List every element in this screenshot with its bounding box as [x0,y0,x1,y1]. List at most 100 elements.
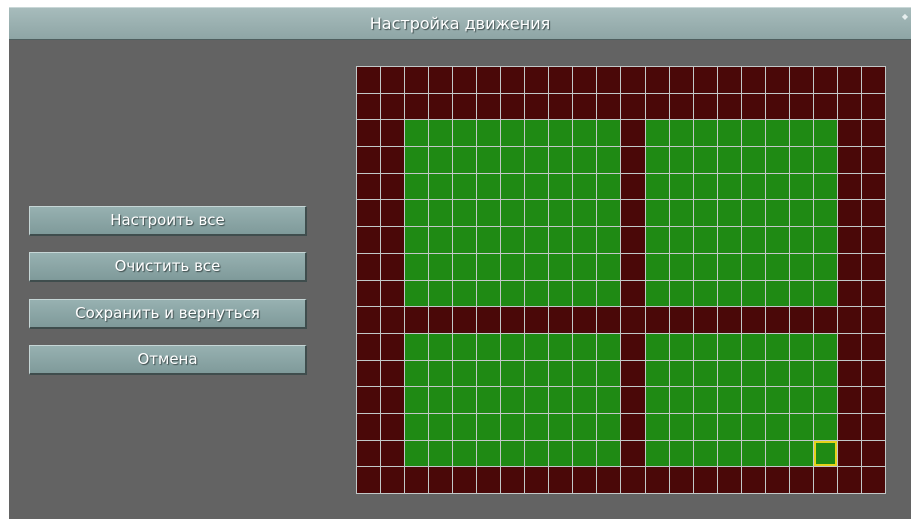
grid-cell[interactable] [573,440,597,467]
grid-cell[interactable] [693,333,717,360]
grid-cell[interactable] [669,413,693,440]
grid-cell[interactable] [741,440,765,467]
grid-cell[interactable] [789,253,813,280]
grid-cell[interactable] [381,360,405,387]
grid-cell[interactable] [645,280,669,307]
cancel-button[interactable]: Отмена [29,345,307,375]
motion-detection-grid[interactable] [356,66,886,494]
grid-cell[interactable] [597,173,621,200]
grid-cell[interactable] [453,440,477,467]
grid-cell[interactable] [669,333,693,360]
grid-cell[interactable] [453,120,477,147]
grid-cell[interactable] [765,333,789,360]
grid-cell[interactable] [573,227,597,253]
grid-cell[interactable] [645,93,669,120]
grid-cell[interactable] [405,387,429,413]
grid-cell[interactable] [453,173,477,200]
grid-cell[interactable] [597,120,621,147]
grid-cell[interactable] [357,253,381,280]
grid-cell[interactable] [789,333,813,360]
grid-cell[interactable] [645,360,669,387]
grid-cell[interactable] [357,440,381,467]
grid-cell[interactable] [357,227,381,253]
grid-cell[interactable] [477,280,501,307]
grid-cell[interactable] [717,387,741,413]
grid-cell[interactable] [789,440,813,467]
grid-cell[interactable] [741,253,765,280]
grid-cell[interactable] [501,227,525,253]
grid-cell[interactable] [861,200,885,227]
grid-cell[interactable] [405,467,429,493]
grid-cell[interactable] [693,200,717,227]
grid-cell[interactable] [621,467,645,493]
grid-cell[interactable] [837,333,861,360]
grid-cell[interactable] [501,173,525,200]
grid-cell[interactable] [525,413,549,440]
grid-cell[interactable] [765,280,789,307]
grid-cell[interactable] [693,467,717,493]
grid-cell[interactable] [741,360,765,387]
grid-cell[interactable] [693,440,717,467]
grid-cell[interactable] [429,67,453,93]
grid-cell[interactable] [861,173,885,200]
grid-cell[interactable] [501,360,525,387]
grid-cell[interactable] [645,440,669,467]
grid-cell[interactable] [549,467,573,493]
grid-cell[interactable] [477,360,501,387]
grid-cell[interactable] [357,147,381,173]
grid-cell[interactable] [501,467,525,493]
grid-cell[interactable] [573,200,597,227]
grid-cell[interactable] [549,173,573,200]
grid-cell[interactable] [837,227,861,253]
grid-cell[interactable] [765,253,789,280]
grid-cell[interactable] [549,387,573,413]
grid-cell[interactable] [453,307,477,333]
grid-cell[interactable] [837,147,861,173]
grid-cell[interactable] [453,333,477,360]
grid-cell[interactable] [549,413,573,440]
grid-cell[interactable] [525,253,549,280]
grid-cell[interactable] [525,227,549,253]
grid-cell[interactable] [813,387,837,413]
grid-cell[interactable] [693,307,717,333]
grid-cell[interactable] [717,253,741,280]
grid-cell[interactable] [645,147,669,173]
grid-cell[interactable] [813,147,837,173]
grid-cell[interactable] [357,387,381,413]
grid-cell[interactable] [621,360,645,387]
grid-cell[interactable] [573,253,597,280]
grid-cell[interactable] [405,307,429,333]
grid-cell[interactable] [861,120,885,147]
grid-cell[interactable] [789,387,813,413]
grid-cell[interactable] [501,387,525,413]
grid-cell[interactable] [813,173,837,200]
grid-cell[interactable] [597,147,621,173]
grid-cell[interactable] [813,253,837,280]
grid-cell[interactable] [669,387,693,413]
grid-cell[interactable] [381,93,405,120]
grid-cell[interactable] [573,467,597,493]
grid-cell[interactable] [813,440,837,467]
grid-cell[interactable] [549,360,573,387]
grid-cell[interactable] [813,307,837,333]
grid-cell[interactable] [429,360,453,387]
grid-cell[interactable] [861,360,885,387]
grid-cell[interactable] [717,360,741,387]
grid-cell[interactable] [357,280,381,307]
grid-cell[interactable] [645,173,669,200]
grid-cell[interactable] [645,307,669,333]
grid-cell[interactable] [525,93,549,120]
grid-cell[interactable] [645,67,669,93]
grid-cell[interactable] [813,360,837,387]
grid-cell[interactable] [717,333,741,360]
grid-cell[interactable] [693,280,717,307]
grid-cell[interactable] [789,467,813,493]
grid-cell[interactable] [837,413,861,440]
grid-cell[interactable] [669,360,693,387]
grid-cell[interactable] [765,227,789,253]
grid-cell[interactable] [693,120,717,147]
grid-cell[interactable] [501,120,525,147]
grid-cell[interactable] [549,67,573,93]
grid-cell[interactable] [741,413,765,440]
grid-cell[interactable] [597,253,621,280]
